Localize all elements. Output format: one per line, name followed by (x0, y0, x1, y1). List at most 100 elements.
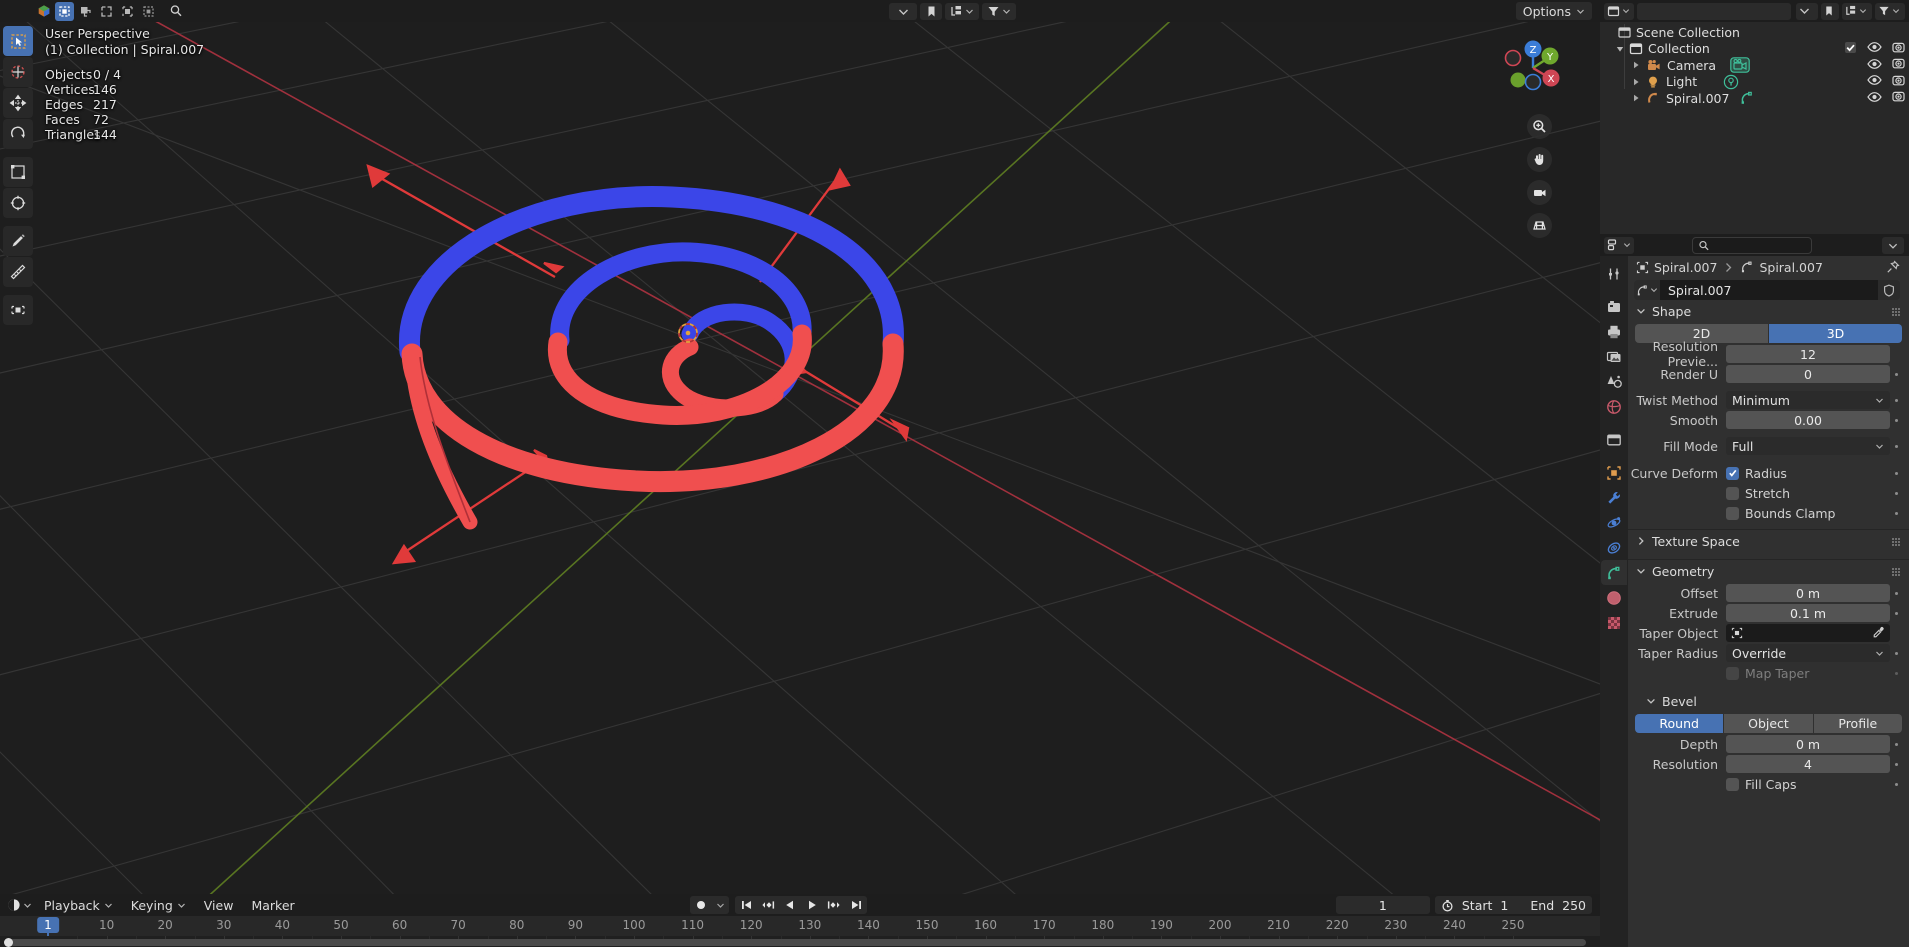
outliner-filter-icon[interactable] (1796, 2, 1818, 20)
field-value[interactable]: Override (1726, 644, 1890, 662)
bevel-round-button[interactable]: Round (1635, 714, 1724, 733)
cursor-tool[interactable] (3, 57, 33, 87)
disclosure-triangle-closed-icon[interactable] (1630, 61, 1641, 69)
field-value[interactable]: Full (1726, 437, 1890, 455)
outliner-filter-tree-icon[interactable] (1842, 2, 1872, 20)
select-tweak-icon[interactable] (118, 2, 137, 21)
tab-output[interactable] (1601, 319, 1627, 344)
animate-property-dot[interactable] (1890, 372, 1902, 376)
tab-tool[interactable] (1601, 261, 1627, 286)
menu-marker[interactable]: Marker (242, 896, 303, 914)
outliner-filter-funnel-icon[interactable] (1875, 2, 1905, 20)
record-icon[interactable] (690, 896, 712, 914)
select-box-alt-icon[interactable] (139, 2, 158, 21)
bookmark-icon[interactable] (920, 2, 942, 20)
field-value[interactable]: 12 (1726, 345, 1890, 363)
panel-header-texture-space[interactable]: Texture Space (1628, 530, 1909, 552)
tab-view-layer[interactable] (1601, 344, 1627, 369)
tab-constraints[interactable] (1601, 535, 1627, 560)
tab-scene[interactable] (1601, 369, 1627, 394)
field-value[interactable]: 0 (1726, 365, 1890, 383)
disclosure-triangle-closed-icon[interactable] (1630, 94, 1641, 102)
timeline-track-area[interactable] (0, 936, 1600, 947)
animate-property-dot[interactable] (1890, 611, 1902, 615)
timeline-scroll-handle[interactable] (4, 938, 13, 947)
annotate-tool[interactable] (3, 226, 33, 256)
current-frame-field[interactable]: 1 (1335, 896, 1430, 914)
pan-hand-icon[interactable] (1527, 147, 1552, 172)
menu-keying[interactable]: Keying (122, 896, 195, 914)
jump-to-start-icon[interactable] (735, 896, 757, 914)
record-options-chevron-icon[interactable] (712, 896, 729, 914)
outliner-row-scene-collection[interactable]: Scene Collection (1600, 24, 1909, 41)
checkbox-radius[interactable] (1726, 466, 1739, 480)
bevel-profile-button[interactable]: Profile (1813, 714, 1902, 733)
checkbox-stretch[interactable] (1726, 486, 1739, 500)
timeline-editor-icon[interactable] (4, 896, 35, 914)
select-box-icon[interactable] (55, 1, 74, 21)
prev-keyframe-icon[interactable] (757, 896, 779, 914)
add-cube-tool[interactable] (3, 295, 33, 325)
curve-data-icon[interactable] (1739, 90, 1755, 106)
outliner-search-field[interactable] (1637, 2, 1791, 20)
fake-user-shield-icon[interactable] (1878, 280, 1900, 300)
timeline-ruler[interactable]: 10 20 30 40 50 60 70 80 90 100 110 120 130 140 150 160 1… (0, 916, 1600, 947)
checkbox-bounds-clamp[interactable] (1726, 506, 1739, 520)
taper-object-field[interactable] (1726, 624, 1890, 642)
animate-property-dot[interactable] (1890, 444, 1902, 448)
transform-tool[interactable] (3, 188, 33, 218)
navigation-gizmo[interactable]: Z Y X (1501, 36, 1565, 100)
tab-texture[interactable] (1601, 610, 1627, 635)
tab-object[interactable] (1601, 460, 1627, 485)
panel-header-geometry[interactable]: Geometry (1628, 560, 1909, 582)
eyedropper-icon[interactable] (1872, 626, 1885, 642)
filter-tree-icon[interactable] (945, 2, 979, 20)
outliner-row-light[interactable]: Light (1600, 74, 1909, 91)
animate-property-dot[interactable] (1890, 782, 1902, 786)
tab-material[interactable] (1601, 585, 1627, 610)
properties-editor-type-dropdown[interactable] (1604, 236, 1634, 254)
shape-3d-button[interactable]: 3D (1769, 324, 1902, 343)
viewport-options-button[interactable]: Options (1515, 2, 1592, 20)
camera-render-visibility-icon[interactable] (1892, 90, 1905, 106)
outliner-row-collection[interactable]: Collection (1600, 41, 1909, 58)
properties-search-input[interactable] (1692, 237, 1812, 254)
start-value[interactable]: 1 (1500, 898, 1508, 913)
select-circle-icon[interactable] (76, 2, 95, 21)
camera-render-visibility-icon[interactable] (1892, 41, 1905, 57)
datablock-name-input[interactable]: Spiral.007 (1660, 280, 1878, 300)
disclosure-triangle-closed-icon[interactable] (1630, 78, 1641, 86)
camera-data-icon[interactable] (1730, 57, 1750, 74)
tab-collection[interactable] (1601, 427, 1627, 452)
menu-playback[interactable]: Playback (35, 896, 122, 914)
play-reverse-icon[interactable] (779, 896, 801, 914)
filter-funnel-icon[interactable] (982, 2, 1016, 20)
tab-object-data[interactable] (1601, 560, 1627, 585)
properties-header-chevron-icon[interactable] (1882, 237, 1904, 254)
object-mode-icon[interactable] (34, 2, 53, 21)
frame-range-fields[interactable]: Start 1 End 250 (1434, 896, 1592, 914)
breadcrumb-data-label[interactable]: Spiral.007 (1759, 260, 1822, 275)
field-value[interactable]: Minimum (1726, 391, 1890, 409)
eye-visibility-icon[interactable] (1867, 41, 1882, 56)
eye-visibility-icon[interactable] (1867, 91, 1882, 106)
camera-render-visibility-icon[interactable] (1892, 74, 1905, 90)
end-value[interactable]: 250 (1562, 898, 1586, 913)
panel-header-shape[interactable]: Shape (1628, 300, 1909, 322)
animate-property-dot[interactable] (1890, 511, 1902, 515)
bevel-object-button[interactable]: Object (1724, 714, 1813, 733)
toggle-perspective-icon[interactable] (1527, 213, 1552, 238)
animate-property-dot[interactable] (1890, 491, 1902, 495)
tab-physics[interactable] (1601, 510, 1627, 535)
camera-render-visibility-icon[interactable] (1892, 57, 1905, 73)
animate-property-dot[interactable] (1890, 398, 1902, 402)
shading-dropdown-icon[interactable] (889, 2, 917, 20)
breadcrumb-object-label[interactable]: Spiral.007 (1654, 260, 1717, 275)
play-icon[interactable] (801, 896, 823, 914)
tab-world[interactable] (1601, 394, 1627, 419)
select-lasso-icon[interactable] (97, 2, 116, 21)
search-icon[interactable] (166, 2, 185, 21)
pin-icon[interactable] (1886, 260, 1900, 277)
eye-visibility-icon[interactable] (1867, 58, 1882, 73)
animate-property-dot[interactable] (1890, 471, 1902, 475)
